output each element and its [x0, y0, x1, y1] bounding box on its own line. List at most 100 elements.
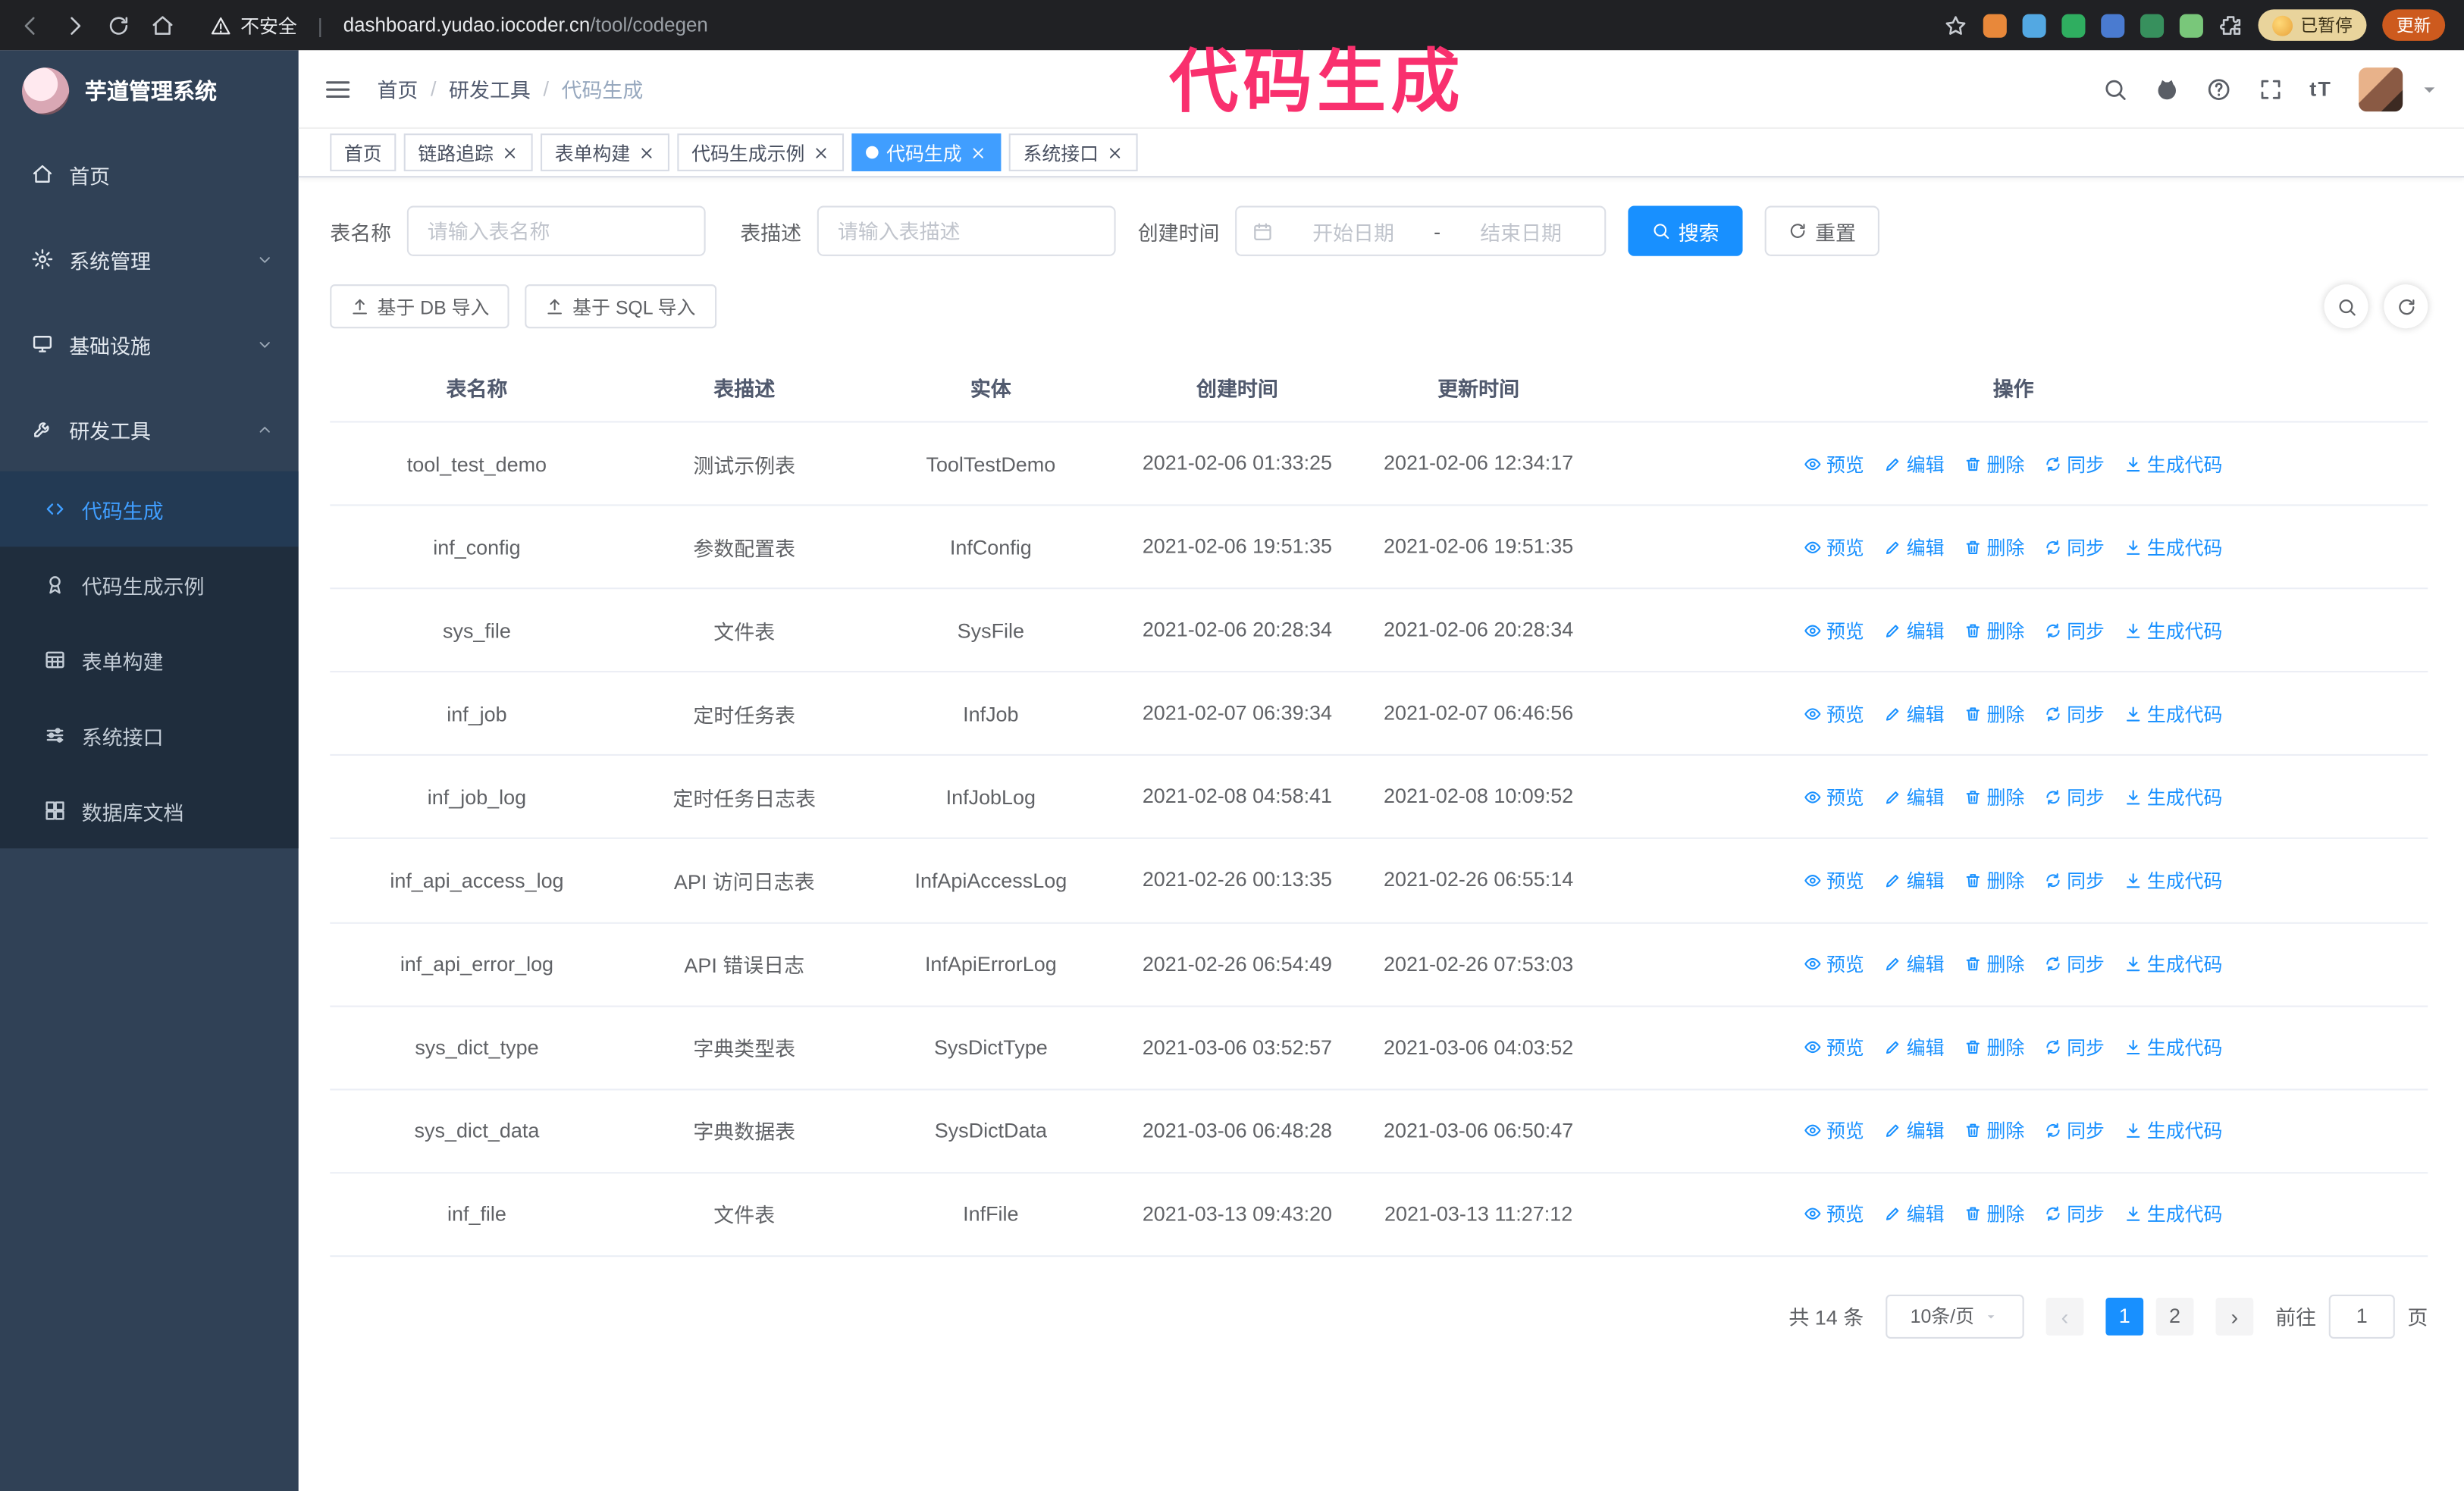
- preview-link[interactable]: 预览: [1804, 1034, 1864, 1060]
- font-size-icon[interactable]: tT: [2309, 77, 2332, 101]
- extension-icon-4[interactable]: [2101, 13, 2125, 37]
- sidebar-item-infrastructure[interactable]: 基础设施: [0, 302, 299, 387]
- generate-code-link[interactable]: 生成代码: [2125, 951, 2222, 977]
- browser-home-icon[interactable]: [151, 14, 174, 37]
- edit-link[interactable]: 编辑: [1885, 1117, 1944, 1144]
- table-name-input[interactable]: [406, 205, 706, 256]
- preview-link[interactable]: 预览: [1804, 951, 1864, 977]
- delete-link[interactable]: 删除: [1964, 450, 2024, 477]
- browser-back-icon[interactable]: [19, 14, 42, 37]
- address-bar[interactable]: dashboard.yudao.iocoder.cn/tool/codegen: [343, 14, 708, 36]
- extension-icon-3[interactable]: [2061, 13, 2086, 37]
- edit-link[interactable]: 编辑: [1885, 450, 1944, 477]
- next-page-button[interactable]: ›: [2215, 1297, 2254, 1336]
- page-number-1[interactable]: 1: [2105, 1297, 2144, 1336]
- avatar-caret-icon[interactable]: [2417, 77, 2442, 102]
- preview-link[interactable]: 预览: [1804, 867, 1864, 894]
- preview-link[interactable]: 预览: [1804, 700, 1864, 727]
- delete-link[interactable]: 删除: [1964, 1034, 2024, 1060]
- edit-link[interactable]: 编辑: [1885, 951, 1944, 977]
- tab-close-icon[interactable]: [970, 144, 987, 161]
- delete-link[interactable]: 删除: [1964, 867, 2024, 894]
- user-avatar[interactable]: [2359, 67, 2403, 111]
- preview-link[interactable]: 预览: [1804, 534, 1864, 560]
- extension-icon-5[interactable]: [2140, 13, 2165, 37]
- page-number-2[interactable]: 2: [2155, 1297, 2194, 1336]
- search-icon[interactable]: [2102, 77, 2127, 102]
- preview-link[interactable]: 预览: [1804, 1201, 1864, 1227]
- sidebar-item-db-docs[interactable]: 数据库文档: [0, 773, 299, 848]
- edit-link[interactable]: 编辑: [1885, 617, 1944, 644]
- edit-link[interactable]: 编辑: [1885, 1201, 1944, 1227]
- edit-link[interactable]: 编辑: [1885, 784, 1944, 810]
- prev-page-button[interactable]: ‹: [2045, 1297, 2084, 1336]
- help-icon[interactable]: [2205, 77, 2230, 102]
- breadcrumb-dev-tools[interactable]: 研发工具: [449, 74, 531, 103]
- toggle-search-button[interactable]: [2324, 284, 2368, 329]
- generate-code-link[interactable]: 生成代码: [2125, 617, 2222, 644]
- sidebar-collapse-icon[interactable]: [324, 74, 352, 102]
- delete-link[interactable]: 删除: [1964, 700, 2024, 727]
- sync-link[interactable]: 同步: [2045, 617, 2105, 644]
- edit-link[interactable]: 编辑: [1885, 1034, 1944, 1060]
- sidebar-item-system-management[interactable]: 系统管理: [0, 217, 299, 302]
- generate-code-link[interactable]: 生成代码: [2125, 1117, 2222, 1144]
- generate-code-link[interactable]: 生成代码: [2125, 450, 2222, 477]
- sync-link[interactable]: 同步: [2045, 450, 2105, 477]
- tab-close-icon[interactable]: [501, 144, 519, 161]
- tab-close-icon[interactable]: [1106, 144, 1124, 161]
- delete-link[interactable]: 删除: [1964, 951, 2024, 977]
- security-indicator[interactable]: 不安全: [211, 12, 297, 39]
- sync-link[interactable]: 同步: [2045, 700, 2105, 727]
- preview-link[interactable]: 预览: [1804, 450, 1864, 477]
- sidebar-item-home[interactable]: 首页: [0, 132, 299, 217]
- sync-link[interactable]: 同步: [2045, 951, 2105, 977]
- delete-link[interactable]: 删除: [1964, 617, 2024, 644]
- tab-系统接口[interactable]: 系统接口: [1008, 133, 1138, 171]
- generate-code-link[interactable]: 生成代码: [2125, 534, 2222, 560]
- fullscreen-icon[interactable]: [2258, 77, 2283, 102]
- extension-icon-2[interactable]: [2022, 13, 2046, 37]
- tab-表单构建[interactable]: 表单构建: [541, 133, 670, 171]
- tab-链路追踪[interactable]: 链路追踪: [403, 133, 533, 171]
- table-desc-input[interactable]: [817, 205, 1116, 256]
- generate-code-link[interactable]: 生成代码: [2125, 1034, 2222, 1060]
- generate-code-link[interactable]: 生成代码: [2125, 1201, 2222, 1227]
- paused-profile-badge[interactable]: 已暂停: [2258, 9, 2367, 41]
- delete-link[interactable]: 删除: [1964, 1201, 2024, 1227]
- breadcrumb-home[interactable]: 首页: [377, 74, 418, 103]
- preview-link[interactable]: 预览: [1804, 784, 1864, 810]
- tab-close-icon[interactable]: [813, 144, 830, 161]
- github-icon[interactable]: [2154, 77, 2179, 102]
- tab-代码生成示例[interactable]: 代码生成示例: [677, 133, 845, 171]
- bookmark-star-icon[interactable]: [1944, 14, 1967, 37]
- delete-link[interactable]: 删除: [1964, 534, 2024, 560]
- sync-link[interactable]: 同步: [2045, 534, 2105, 560]
- delete-link[interactable]: 删除: [1964, 1117, 2024, 1144]
- browser-update-button[interactable]: 更新: [2382, 9, 2446, 41]
- preview-link[interactable]: 预览: [1804, 617, 1864, 644]
- sync-link[interactable]: 同步: [2045, 1117, 2105, 1144]
- sidebar-item-form-builder[interactable]: 表单构建: [0, 622, 299, 697]
- tab-代码生成[interactable]: 代码生成: [851, 133, 1002, 171]
- sync-link[interactable]: 同步: [2045, 784, 2105, 810]
- import-sql-button[interactable]: 基于 SQL 导入: [525, 284, 716, 329]
- sidebar-logo[interactable]: 芋道管理系统: [0, 50, 299, 132]
- sync-link[interactable]: 同步: [2045, 1201, 2105, 1227]
- tab-首页[interactable]: 首页: [330, 133, 397, 171]
- browser-reload-icon[interactable]: [107, 14, 130, 37]
- extension-icon-1[interactable]: [1983, 13, 2007, 37]
- delete-link[interactable]: 删除: [1964, 784, 2024, 810]
- generate-code-link[interactable]: 生成代码: [2125, 700, 2222, 727]
- page-size-select[interactable]: 10条/页: [1886, 1294, 2024, 1339]
- sidebar-item-codegen[interactable]: 代码生成: [0, 471, 299, 547]
- browser-forward-icon[interactable]: [63, 14, 86, 37]
- sync-link[interactable]: 同步: [2045, 1034, 2105, 1060]
- tab-close-icon[interactable]: [638, 144, 656, 161]
- import-db-button[interactable]: 基于 DB 导入: [330, 284, 510, 329]
- date-range-picker[interactable]: 开始日期 - 结束日期: [1235, 205, 1607, 256]
- sidebar-item-codegen-example[interactable]: 代码生成示例: [0, 547, 299, 622]
- edit-link[interactable]: 编辑: [1885, 534, 1944, 560]
- extensions-puzzle-icon[interactable]: [2219, 14, 2243, 37]
- search-button[interactable]: 搜索: [1628, 205, 1743, 256]
